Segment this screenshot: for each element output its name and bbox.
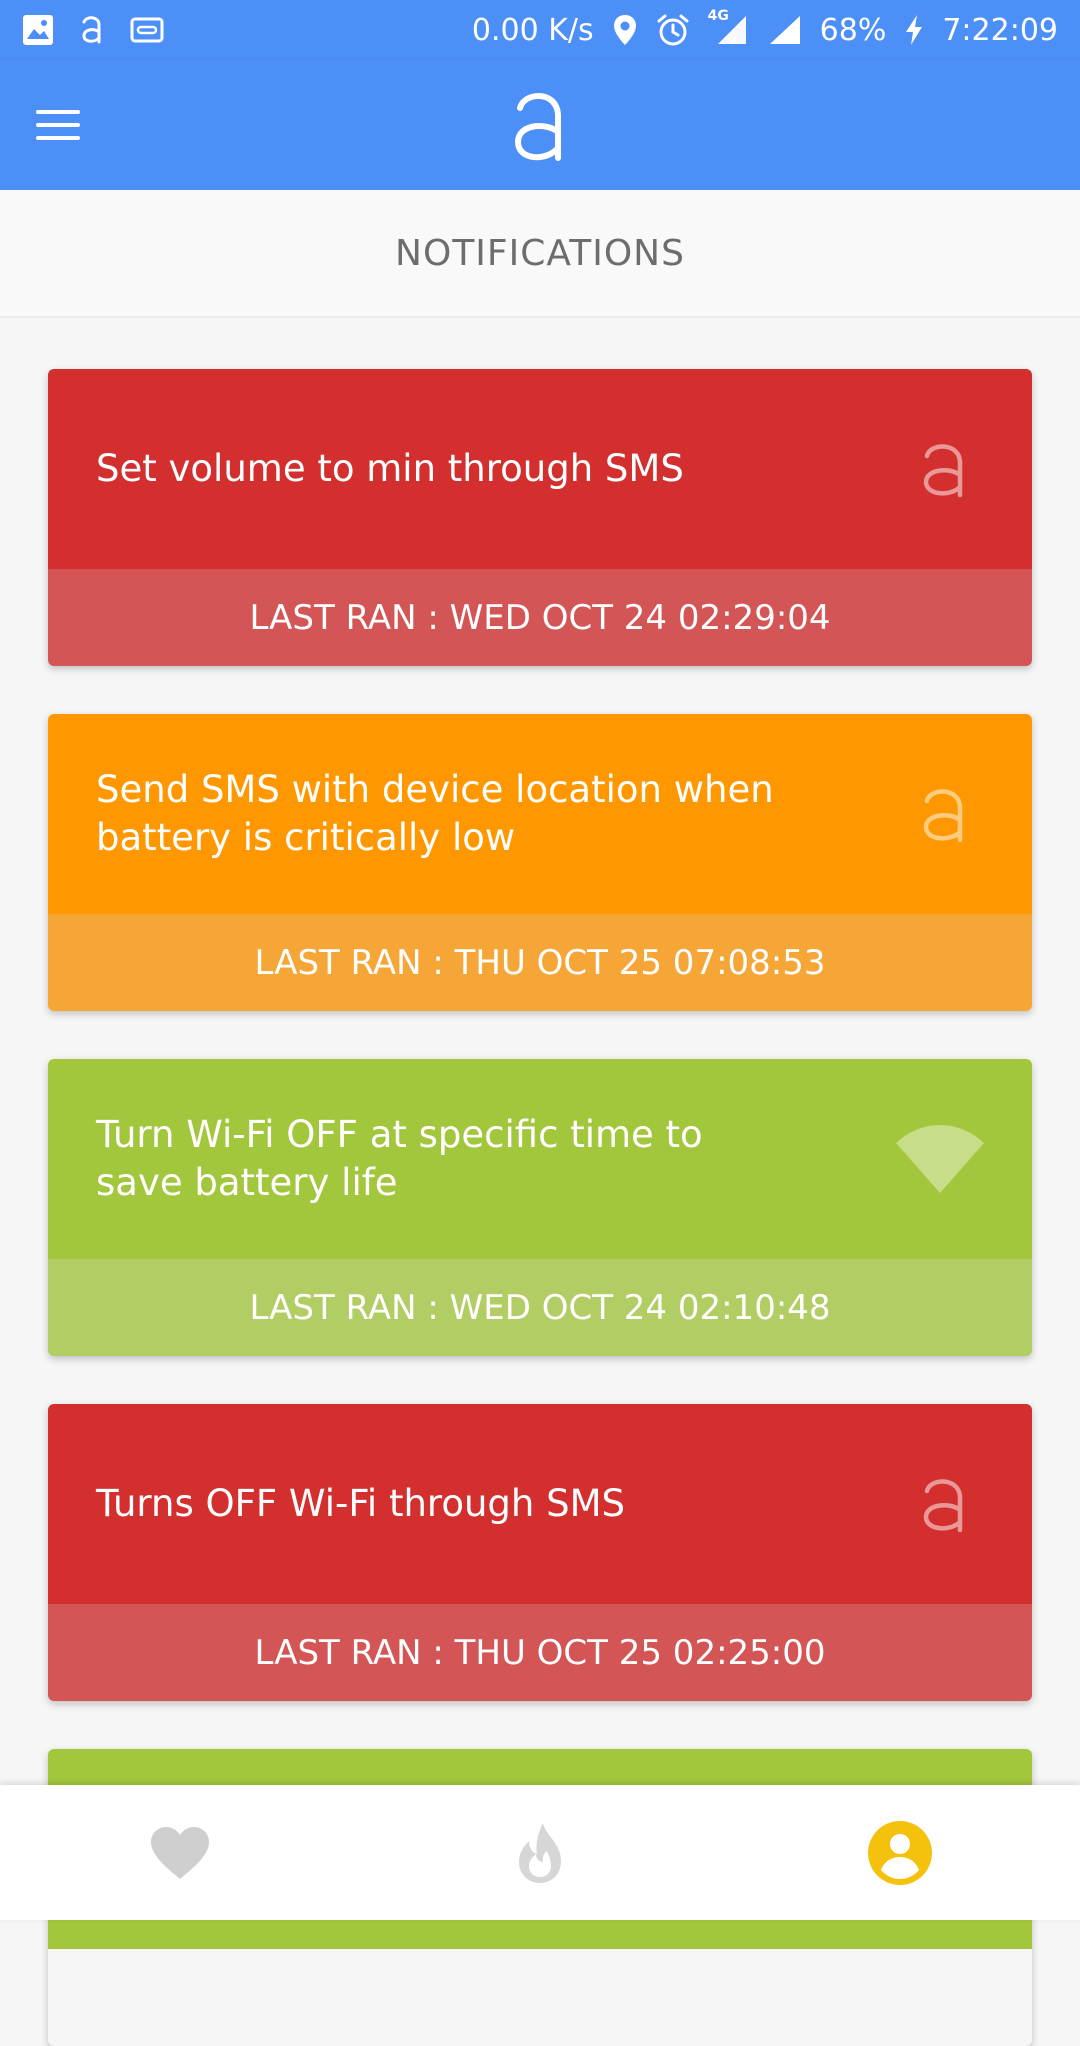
nav-profile[interactable] [830, 1785, 970, 1920]
flame-icon [519, 1822, 561, 1883]
notification-card[interactable]: Send SMS with device location when batte… [48, 714, 1032, 1011]
card-last-ran: LAST RAN : WED OCT 24 02:29:04 [48, 569, 1032, 666]
last-ran-text: LAST RAN : THU OCT 25 02:25:00 [254, 1632, 826, 1673]
menu-icon[interactable] [36, 98, 96, 152]
app-bar [0, 60, 1080, 190]
gallery-notification-icon [23, 15, 53, 45]
charging-icon [906, 15, 923, 45]
card-header: Turn Wi-Fi OFF at specific time to save … [48, 1059, 1032, 1259]
notification-card[interactable]: Turn Wi-Fi OFF at specific time to save … [48, 1059, 1032, 1356]
nav-favorites[interactable] [110, 1785, 250, 1920]
card-title: Set volume to min through SMS [96, 447, 684, 490]
app-logo-icon [514, 93, 561, 161]
app-logo-icon [923, 789, 963, 843]
wifi-icon [896, 1125, 984, 1193]
clock: 7:22:09 [942, 12, 1058, 48]
last-ran-text: LAST RAN : WED OCT 24 02:10:48 [249, 1287, 831, 1328]
profile-icon [868, 1820, 932, 1885]
voicemail-notification-icon [130, 17, 164, 43]
notification-card[interactable]: Turns OFF Wi-Fi through SMS LAST RAN : T… [48, 1404, 1032, 1701]
last-ran-text: LAST RAN : THU OCT 25 07:08:53 [254, 942, 826, 983]
nav-trending[interactable] [470, 1785, 610, 1920]
location-icon [613, 15, 636, 45]
battery-percent: 68% [819, 12, 887, 48]
last-ran-text: LAST RAN : WED OCT 24 02:29:04 [249, 597, 831, 638]
notification-card[interactable]: Set volume to min through SMS LAST RAN :… [48, 369, 1032, 666]
card-last-ran: LAST RAN : THU OCT 25 07:08:53 [48, 914, 1032, 1011]
page-title: NOTIFICATIONS [395, 232, 685, 274]
card-title: Send SMS with device location when batte… [96, 768, 774, 859]
status-right-icons: 0.00 K/s 4G 68% 7:22:09 [472, 8, 1058, 52]
card-header: Turns OFF Wi-Fi through SMS [48, 1404, 1032, 1604]
signal-icon [717, 16, 746, 44]
status-left-icons [22, 8, 164, 52]
card-last-ran: LAST RAN : WED OCT 24 02:10:48 [48, 1259, 1032, 1356]
card-title: Turns OFF Wi-Fi through SMS [96, 1482, 626, 1525]
app-logo-icon [923, 1479, 963, 1533]
bottom-navigation [0, 1785, 1080, 1920]
network-speed: 0.00 K/s [471, 12, 594, 48]
signal-strength-icon [769, 16, 800, 44]
card-header: Set volume to min through SMS [48, 369, 1032, 569]
status-bar: 0.00 K/s 4G 68% 7:22:09 [0, 0, 1080, 60]
card-last-ran: LAST RAN : THU OCT 25 02:25:00 [48, 1604, 1032, 1701]
card-title: Turn Wi-Fi OFF at specific time to save … [96, 1113, 703, 1204]
alarm-icon [657, 14, 689, 46]
heart-icon [151, 1826, 209, 1879]
app-logo-icon [923, 444, 963, 498]
app-notification-icon [82, 16, 101, 44]
card-header: Send SMS with device location when batte… [48, 714, 1032, 914]
section-header: NOTIFICATIONS [0, 190, 1080, 318]
network-signal-4g: 4G [708, 8, 748, 46]
